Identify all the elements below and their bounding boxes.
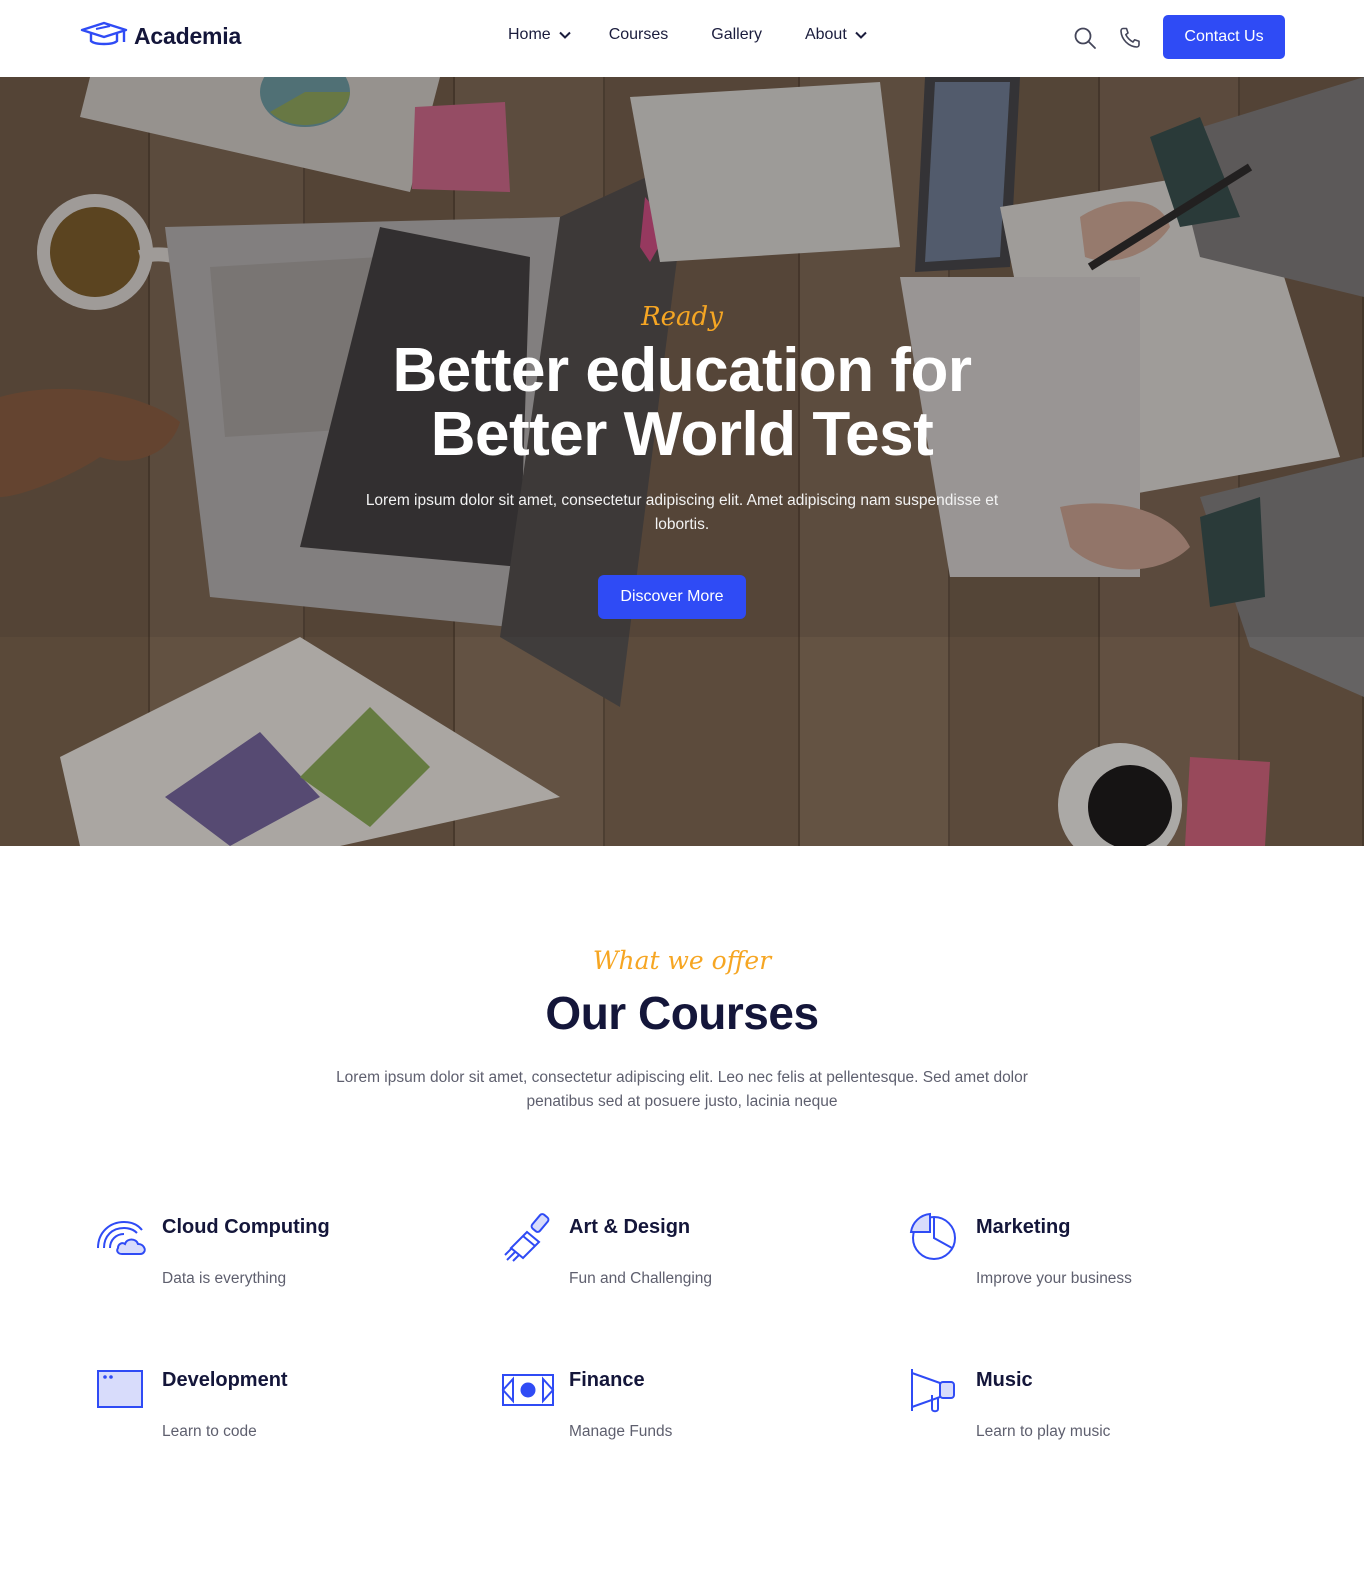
search-icon: [1074, 27, 1096, 49]
money-icon: [501, 1374, 555, 1406]
course-card-art-design[interactable]: Art & Design Fun and Challenging: [501, 1212, 881, 1312]
nav-item-label: Courses: [608, 26, 669, 43]
nav-item-label: Home: [508, 26, 551, 43]
course-subtitle: Data is everything: [162, 1270, 287, 1287]
hero-title-line: Better World Test: [430, 400, 934, 469]
hero-title-line: Better education for: [392, 336, 972, 405]
offer-eyebrow: What we offer: [592, 946, 772, 975]
nav-item-home[interactable]: Home: [508, 26, 571, 44]
chevron-down-icon: [558, 31, 571, 39]
course-title: Finance: [569, 1369, 645, 1391]
offer-description: Lorem ipsum dolor sit amet, consectetur …: [336, 1069, 1028, 1110]
chevron-down-icon: [855, 31, 867, 39]
pie-chart-icon: [909, 1212, 956, 1260]
nav-item-gallery[interactable]: Gallery: [711, 26, 762, 44]
course-title: Music: [976, 1369, 1033, 1391]
course-title: Development: [162, 1369, 288, 1391]
nav-item-label: Gallery: [711, 26, 762, 43]
offer-title: Our Courses: [545, 987, 819, 1039]
course-subtitle: Manage Funds: [569, 1423, 673, 1440]
nav-item-courses[interactable]: Courses: [609, 26, 669, 44]
logo[interactable]: Academia: [80, 20, 241, 52]
discover-more-button[interactable]: Discover More: [598, 575, 746, 619]
course-subtitle: Learn to code: [162, 1423, 257, 1440]
megaphone-icon: [911, 1369, 955, 1413]
search-button[interactable]: [1073, 26, 1097, 50]
course-card-finance[interactable]: Finance Manage Funds: [501, 1365, 881, 1465]
browser-window-icon: [97, 1370, 143, 1408]
hero-description: Lorem ipsum dolor sit amet, consectetur …: [365, 492, 999, 533]
phone-icon: [1120, 27, 1140, 48]
graduation-cap-icon: [80, 21, 128, 46]
course-title: Art & Design: [569, 1216, 691, 1238]
hero-section: Ready Better education for Better World …: [0, 77, 1364, 846]
nav-item-about[interactable]: About: [805, 26, 867, 44]
paintbrush-icon: [504, 1213, 550, 1262]
contact-us-button[interactable]: Contact Us: [1163, 15, 1285, 59]
course-subtitle: Improve your business: [976, 1270, 1132, 1287]
cloud-icon: [97, 1220, 146, 1255]
course-card-music[interactable]: Music Learn to play music: [908, 1365, 1288, 1465]
phone-button[interactable]: [1118, 26, 1142, 50]
course-card-cloud-computing[interactable]: Cloud Computing Data is everything: [94, 1212, 474, 1312]
course-title: Cloud Computing: [162, 1216, 330, 1238]
course-card-development[interactable]: Development Learn to code: [94, 1365, 474, 1465]
hero-title: Better education for Better World Test: [0, 339, 1364, 467]
hero-eyebrow: Ready: [641, 302, 723, 332]
logo-text: Academia: [134, 22, 242, 49]
nav-item-label: About: [804, 26, 847, 43]
main-nav: Home Courses Gallery About: [508, 26, 867, 44]
course-title: Marketing: [976, 1216, 1071, 1238]
course-card-marketing[interactable]: Marketing Improve your business: [908, 1212, 1288, 1312]
course-subtitle: Learn to play music: [976, 1423, 1111, 1440]
course-subtitle: Fun and Challenging: [569, 1270, 713, 1287]
site-header: Academia Home Courses Gallery About Cont…: [0, 0, 1364, 77]
